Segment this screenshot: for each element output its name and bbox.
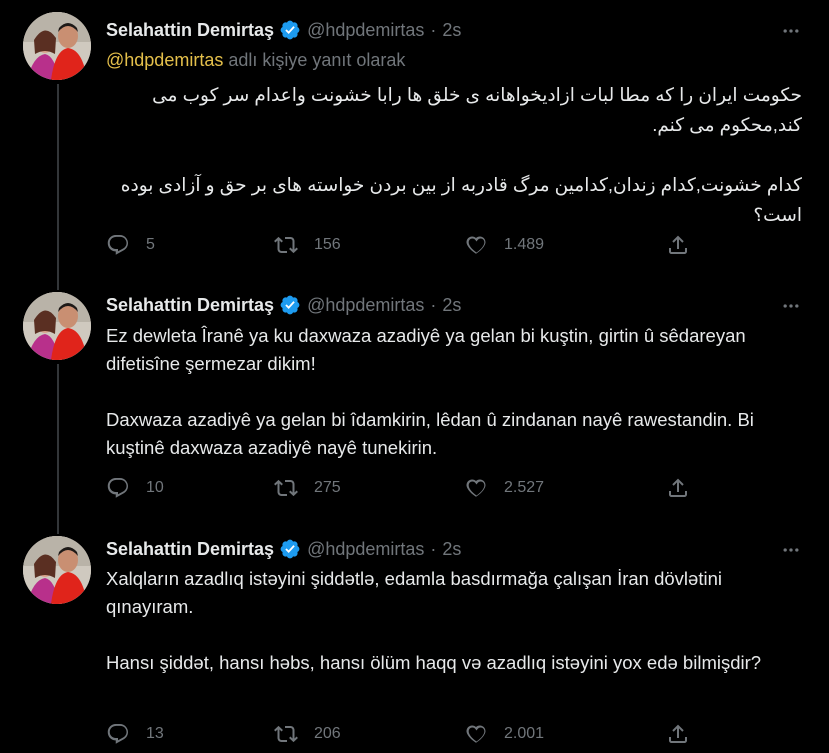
like-count: 2.001 xyxy=(504,725,545,742)
author-handle[interactable]: @hdpdemirtas xyxy=(307,295,424,316)
like-button[interactable]: 2.001 xyxy=(464,722,544,746)
avatar[interactable] xyxy=(23,292,91,360)
author-name[interactable]: Selahattin Demirtaş xyxy=(106,295,274,316)
avatar[interactable] xyxy=(23,536,91,604)
verified-badge-icon xyxy=(280,295,300,315)
reply-icon xyxy=(107,724,128,744)
heart-icon xyxy=(466,479,486,497)
thread-connector xyxy=(57,276,59,290)
retweet-icon xyxy=(274,236,298,254)
author-name[interactable]: Selahattin Demirtaş xyxy=(106,539,274,560)
author-handle[interactable]: @hdpdemirtas xyxy=(307,20,424,41)
reply-context-label: adlı kişiye yanıt olarak xyxy=(228,50,406,70)
tweet-actions: 10 275 2.527 xyxy=(106,476,706,500)
author-name[interactable]: Selahattin Demirtaş xyxy=(106,20,274,41)
reply-count: 13 xyxy=(146,725,164,742)
reply-mention-link[interactable]: @hdpdemirtas xyxy=(106,50,223,70)
separator-dot: · xyxy=(430,19,437,40)
more-options-icon[interactable] xyxy=(781,540,801,560)
retweet-count: 156 xyxy=(314,236,341,253)
timestamp[interactable]: 2s xyxy=(442,295,461,316)
more-options-icon[interactable] xyxy=(781,296,801,316)
tweet-paragraph: Hansı şiddət, hansı həbs, hansı ölüm haq… xyxy=(106,652,762,673)
tweet-3[interactable]: Selahattin Demirtaş @hdpdemirtas · 2s Xa… xyxy=(0,522,829,753)
reply-count: 10 xyxy=(146,479,164,496)
share-button[interactable] xyxy=(666,476,690,500)
share-icon xyxy=(669,724,687,743)
tweet-paragraph: کدام خشونت,کدام زندان,کدامین مرگ قادربه … xyxy=(120,174,802,225)
tweet-thread: Selahattin Demirtaş @hdpdemirtas · 2s @h… xyxy=(0,0,829,753)
thread-connector xyxy=(57,522,59,534)
like-count: 2.527 xyxy=(504,479,545,496)
timestamp[interactable]: 2s xyxy=(442,539,461,560)
avatar[interactable] xyxy=(23,12,91,80)
tweet-paragraph: Xalqların azadlıq istəyini şiddətlə, eda… xyxy=(106,568,722,617)
separator-dot: · xyxy=(430,294,437,315)
verified-badge-icon xyxy=(280,20,300,40)
reply-button[interactable]: 5 xyxy=(106,233,155,257)
retweet-icon xyxy=(274,725,298,743)
tweet-text: Ez dewleta Îranê ya ku daxwaza azadiyê y… xyxy=(106,322,806,462)
reply-button[interactable]: 10 xyxy=(106,476,164,500)
reply-icon xyxy=(107,478,128,498)
more-options-icon[interactable] xyxy=(781,21,801,41)
retweet-count: 206 xyxy=(314,725,341,742)
tweet-header: Selahattin Demirtaş @hdpdemirtas · 2s xyxy=(106,293,829,317)
thread-connector xyxy=(57,84,59,276)
tweet-paragraph: Ez dewleta Îranê ya ku daxwaza azadiyê y… xyxy=(106,325,746,374)
retweet-icon xyxy=(274,479,298,497)
reply-count: 5 xyxy=(146,236,155,253)
reply-button[interactable]: 13 xyxy=(106,722,164,746)
tweet-1[interactable]: Selahattin Demirtaş @hdpdemirtas · 2s @h… xyxy=(0,0,829,276)
share-button[interactable] xyxy=(666,722,690,746)
like-count: 1.489 xyxy=(504,236,545,253)
like-button[interactable]: 2.527 xyxy=(464,476,544,500)
reply-context: @hdpdemirtas adlı kişiye yanıt olarak xyxy=(106,50,405,71)
retweet-count: 275 xyxy=(314,479,341,496)
tweet-header: Selahattin Demirtaş @hdpdemirtas · 2s xyxy=(106,537,829,561)
tweet-actions: 13 206 2.001 xyxy=(106,722,706,746)
reply-icon xyxy=(107,235,128,255)
retweet-button[interactable]: 206 xyxy=(274,722,341,746)
heart-icon xyxy=(466,236,486,254)
tweet-paragraph: Daxwaza azadiyê ya gelan bi îdamkirin, l… xyxy=(106,409,754,458)
tweet-2[interactable]: Selahattin Demirtaş @hdpdemirtas · 2s Ez… xyxy=(0,276,829,522)
tweet-paragraph: حکومت ایران را که مطا لبات ازادیخواهانه … xyxy=(152,84,802,135)
retweet-button[interactable]: 275 xyxy=(274,476,341,500)
share-button[interactable] xyxy=(666,233,690,257)
heart-icon xyxy=(466,725,486,743)
tweet-text: حکومت ایران را که مطا لبات ازادیخواهانه … xyxy=(106,80,802,230)
share-icon xyxy=(669,478,687,497)
separator-dot: · xyxy=(430,538,437,559)
tweet-actions: 5 156 1.489 xyxy=(106,233,706,257)
thread-connector xyxy=(57,364,59,522)
timestamp[interactable]: 2s xyxy=(442,20,461,41)
tweet-header: Selahattin Demirtaş @hdpdemirtas · 2s xyxy=(106,18,829,42)
verified-badge-icon xyxy=(280,539,300,559)
author-handle[interactable]: @hdpdemirtas xyxy=(307,539,424,560)
share-icon xyxy=(669,235,687,254)
retweet-button[interactable]: 156 xyxy=(274,233,341,257)
tweet-text: Xalqların azadlıq istəyini şiddətlə, eda… xyxy=(106,565,806,677)
like-button[interactable]: 1.489 xyxy=(464,233,544,257)
